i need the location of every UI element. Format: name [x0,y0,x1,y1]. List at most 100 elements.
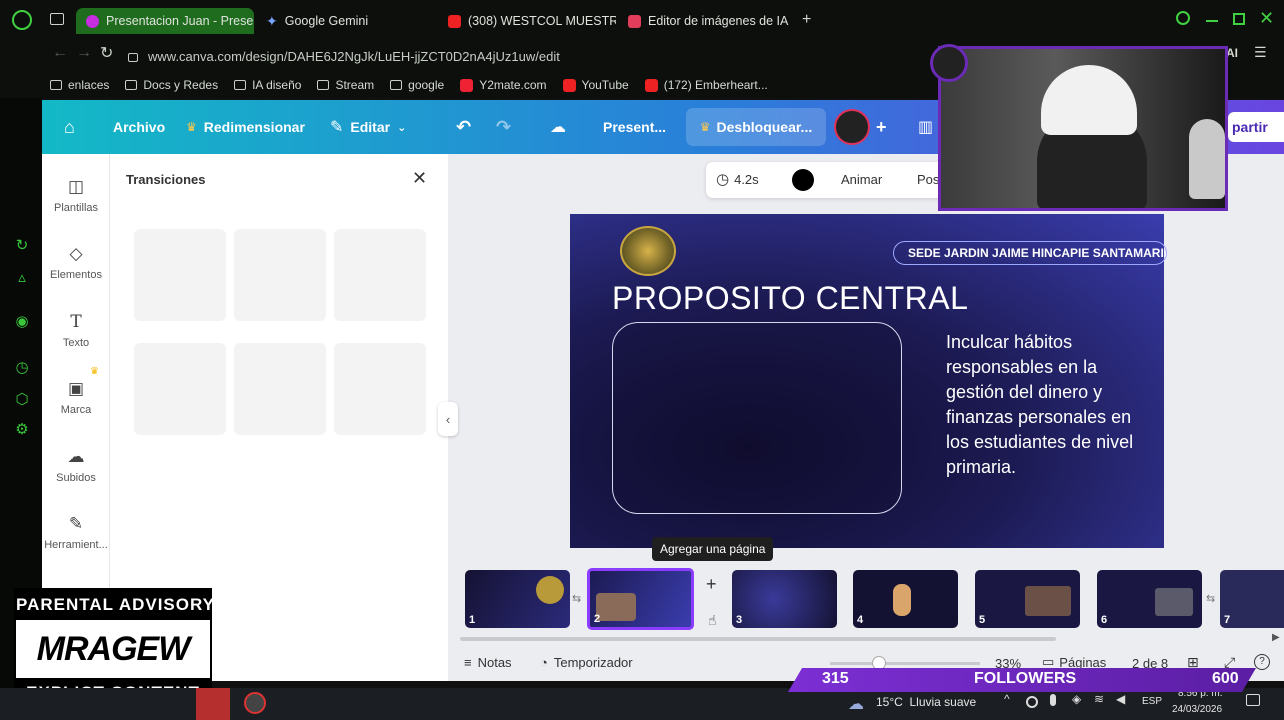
notes-button[interactable]: ≡ Notas [464,655,512,670]
url-field[interactable]: www.canva.com/design/DAHE6J2NgJk/LuEH-jj… [128,43,948,69]
weather-text[interactable]: 15°C Lluvia suave [876,695,976,709]
cloud-sync-icon[interactable]: ☁ [550,100,566,154]
sidebar-item-brand[interactable]: ▣ Marca [42,378,110,416]
page-thumbnail[interactable]: 1 [465,570,570,628]
new-tab-icon[interactable]: + [802,11,811,29]
cube-icon[interactable]: ⬡ [13,390,31,408]
insights-icon[interactable]: ▥ [918,100,933,154]
undo-icon[interactable]: ↶ [456,100,471,154]
sidebar-item-elements[interactable]: ◇ Elementos [42,243,110,281]
followers-goal-bar: 315 FOLLOWERS 600 [788,668,1256,692]
bookmark-y2mate[interactable]: Y2mate.com [460,78,547,92]
home-icon[interactable]: ⌂ [64,100,75,154]
animate-button[interactable]: Animar [841,172,882,187]
slide-body-text[interactable]: Inculcar hábitos responsables en la gest… [946,330,1136,480]
record-icon[interactable] [1026,696,1038,708]
filmstrip-scrollbar[interactable] [460,637,1056,641]
zoom-slider-handle[interactable] [872,656,886,670]
close-panel-icon[interactable]: ✕ [412,168,427,189]
position-button[interactable]: Pos [917,172,939,187]
volume-icon[interactable]: ◀ [1116,692,1125,706]
share-button[interactable]: partir [1228,112,1284,142]
maximize-icon[interactable] [1233,13,1245,25]
workspaces-icon[interactable] [50,13,64,25]
folder-icon [234,80,247,90]
bookmark-docs[interactable]: Docs y Redes [125,78,218,92]
add-collaborator-icon[interactable]: + [876,100,887,154]
transition-icon[interactable]: ⇆ [572,592,581,605]
menu-icon[interactable]: ☰ [1254,44,1267,61]
bookmark-ia-diseno[interactable]: IA diseño [234,78,301,92]
browser-logo-icon[interactable] [12,10,32,30]
weather-icon[interactable]: ☁ [848,694,864,714]
sidebar-item-text[interactable]: T Texto [42,311,110,349]
notifications-icon[interactable] [1246,694,1260,706]
page-thumbnail-selected[interactable]: 2 [587,568,694,630]
design-title[interactable]: Present... [603,100,666,154]
collaborator-avatar[interactable] [834,109,870,145]
bookmark-google[interactable]: google [390,78,444,92]
transition-placeholder[interactable] [234,343,326,435]
page-thumbnail[interactable]: 5 [975,570,1080,628]
redo-icon[interactable]: ↷ [496,100,511,154]
sidebar-item-tools[interactable]: ✎ Herramient... [42,513,110,551]
scroll-right-icon[interactable]: ▶ [1272,632,1280,643]
edit-menu-button[interactable]: ✎ Editar ⌄ [330,100,406,154]
close-window-icon[interactable]: ✕ [1259,8,1274,29]
tab-image-editor[interactable]: Editor de imágenes de IA [618,8,798,34]
taskbar-app-icon[interactable] [196,688,230,720]
page-thumbnail[interactable]: 3 [732,570,837,628]
file-menu-button[interactable]: Archivo [113,100,165,154]
unlock-pro-button[interactable]: ♛ Desbloquear... [686,108,826,146]
input-language[interactable]: ESP [1142,696,1162,707]
collapse-panel-button[interactable]: ‹ [438,402,458,436]
color-swatch[interactable] [792,169,814,191]
tab-canva[interactable]: Presentacion Juan - Prese [76,8,254,34]
image-frame[interactable] [612,322,902,514]
forward-icon[interactable]: → [76,44,92,62]
transition-placeholder[interactable] [134,229,226,321]
history-arrow-icon[interactable]: ↻ [13,236,31,254]
bookmark-youtube[interactable]: YouTube [562,78,629,92]
extension-icon[interactable]: ▵ [13,268,31,286]
slide-title[interactable]: PROPOSITO CENTRAL [612,280,968,317]
page-thumbnail[interactable]: 7 [1220,570,1284,628]
sidebar-item-templates[interactable]: ◫ Plantillas [42,176,110,214]
tab-youtube-westcol[interactable]: (308) WESTCOL MUESTR [438,8,616,34]
duration-button[interactable]: ◷ 4.2s [716,170,759,188]
transition-placeholder[interactable] [134,343,226,435]
bookmark-emberheart[interactable]: (172) Emberheart... [644,78,768,92]
tab-gemini[interactable]: ✦ Google Gemini [256,8,434,34]
timer-button[interactable]: ◔ Temporizador [540,655,633,670]
back-icon[interactable]: ← [52,44,68,62]
network-icon[interactable]: ◈ [1072,692,1081,706]
sidebar-item-uploads[interactable]: ☁ Subidos [42,446,110,484]
page-thumbnail[interactable]: 6 [1097,570,1202,628]
tray-expand-icon[interactable]: ^ [1004,692,1010,706]
taskbar-app-icon[interactable] [244,692,266,714]
transition-placeholder[interactable] [234,229,326,321]
transition-placeholder[interactable] [334,229,426,321]
slide-badge[interactable]: SEDE JARDIN JAIME HINCAPIE SANTAMARIA [893,241,1167,265]
clock-date[interactable]: 24/03/2026 [1172,704,1222,715]
clock-icon[interactable]: ◷ [13,358,31,376]
page-thumbnail[interactable]: 4 [853,570,958,628]
settings-icon[interactable]: ⚙ [13,420,31,438]
whatsapp-icon[interactable]: ◉ [13,312,31,330]
wifi-icon[interactable]: ≋ [1094,692,1104,706]
cartoon-thumb [893,584,911,616]
resize-button[interactable]: ♛ Redimensionar [186,100,305,154]
help-icon[interactable]: ? [1254,654,1270,670]
search-icon[interactable] [1176,11,1190,25]
add-page-icon[interactable]: + [706,574,717,595]
minimize-icon[interactable] [1206,20,1218,22]
transition-placeholder[interactable] [334,343,426,435]
microphone-icon[interactable] [1050,694,1056,706]
bookmark-enlaces[interactable]: enlaces [50,78,109,92]
pages-button[interactable]: ▭ Páginas [1042,654,1106,670]
add-page-tooltip: Agregar una página [652,537,774,561]
zoom-slider[interactable] [830,662,980,665]
reload-icon[interactable]: ↻ [100,43,113,63]
transition-icon[interactable]: ⇆ [1206,592,1215,605]
bookmark-stream[interactable]: Stream [317,78,374,92]
